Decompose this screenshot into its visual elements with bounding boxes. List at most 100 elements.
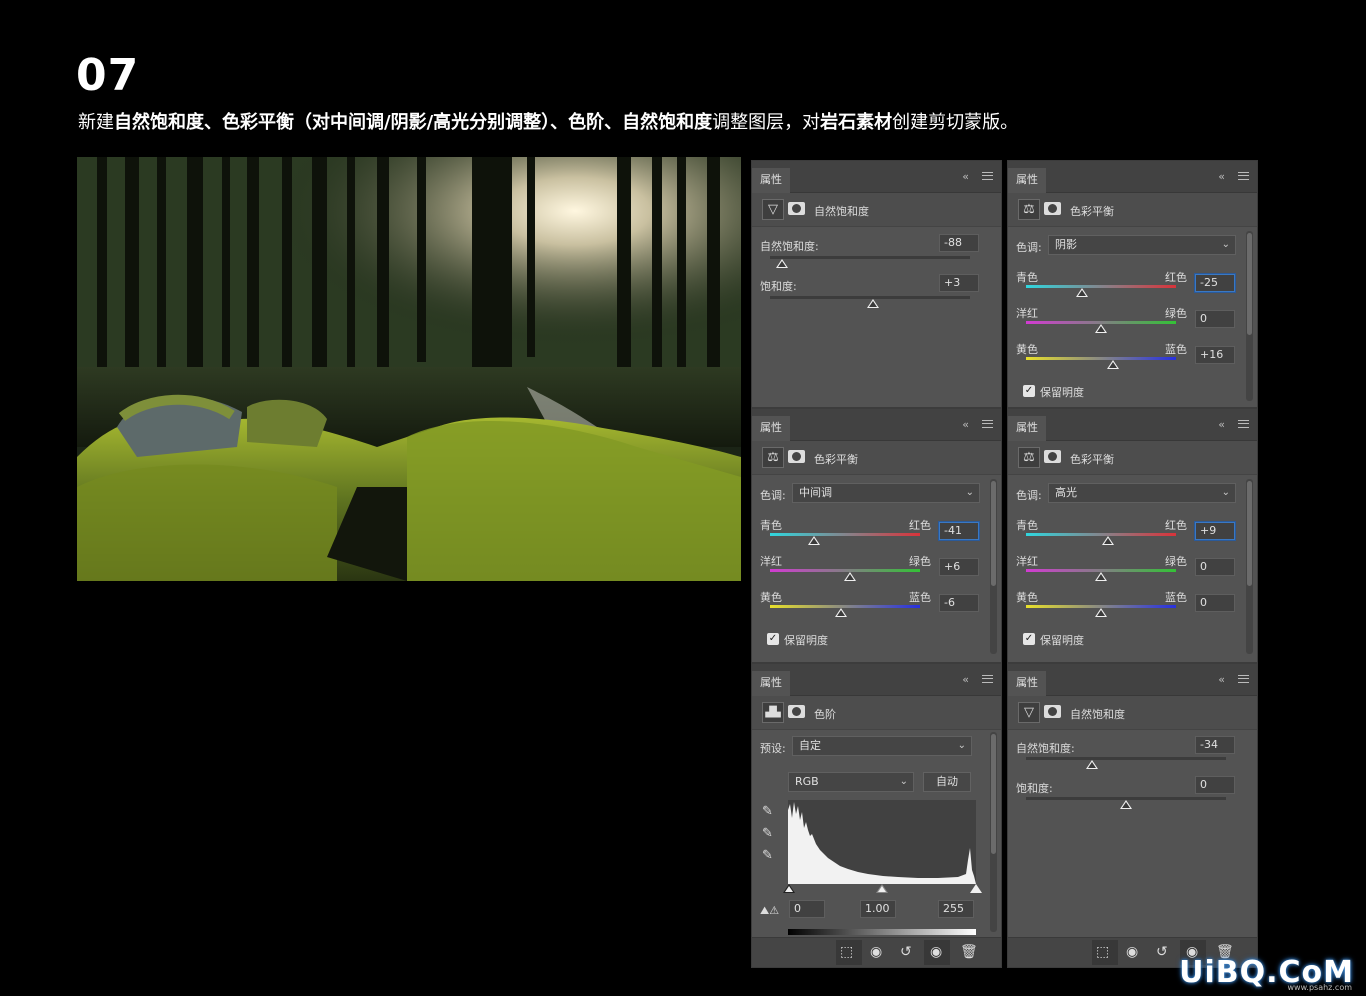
clip-to-layer-icon[interactable]: ⬚ [1096,944,1109,960]
panel-menu-icon[interactable] [1238,675,1249,683]
gray-point-eyedropper-icon[interactable]: ✎ [762,826,773,841]
preserve-luminosity-checkbox[interactable]: ✓ [1023,385,1035,397]
panel-menu-icon[interactable] [982,420,993,428]
layer-mask-icon[interactable] [1044,705,1061,718]
cyan-red-slider-thumb[interactable] [1076,288,1089,297]
tone-select[interactable]: 阴影 ⌄ [1048,235,1236,255]
properties-panel-vibrance-1: 属性 ‹‹ ▽ 自然饱和度 自然饱和度: -88 饱和度: +3 [751,160,1002,408]
output-levels-gradient[interactable] [788,929,976,935]
channel-select[interactable]: RGB ⌄ [788,772,914,792]
panel-header: 属性 ‹‹ [1008,664,1257,696]
magenta-green-slider-thumb[interactable] [1095,324,1107,333]
properties-panel-color-balance-shadows: 属性 ‹‹ ⚖ 色彩平衡 色调: 阴影 ⌄ 青色 红色 -25 洋红 绿色 0 黄… [1007,160,1258,408]
cyan-red-slider-track[interactable] [770,533,920,536]
cyan-red-slider-thumb[interactable] [808,536,821,545]
panel-scrollbar[interactable] [990,479,997,654]
adjustment-title: 自然饱和度 [1070,708,1125,721]
collapse-icon[interactable]: ‹‹ [962,170,969,183]
magenta-green-input[interactable]: +6 [939,558,979,576]
magenta-green-slider-thumb[interactable] [843,572,856,581]
yellow-blue-input[interactable]: +16 [1195,346,1235,364]
reset-icon[interactable]: ↺ [1156,944,1168,960]
tone-select[interactable]: 中间调 ⌄ [792,483,980,503]
cyan-red-slider-track[interactable] [1026,285,1176,288]
panel-bottom-toolbar: ⬚ ◉ ↺ ◉ 🗑 [752,937,1001,967]
tone-select[interactable]: 高光 ⌄ [1048,483,1236,503]
collapse-icon[interactable]: ‹‹ [962,673,969,686]
properties-tab[interactable]: 属性 [752,671,790,696]
properties-tab[interactable]: 属性 [752,168,790,193]
panel-scrollbar[interactable] [1246,479,1253,654]
auto-button[interactable]: 自动 [923,772,971,792]
properties-tab[interactable]: 属性 [1008,416,1046,441]
preserve-luminosity-label: 保留明度 [784,634,828,647]
input-white-field[interactable]: 255 [938,900,974,918]
collapse-icon[interactable]: ‹‹ [962,418,969,431]
black-point-eyedropper-icon[interactable]: ✎ [762,804,773,819]
input-gamma-field[interactable]: 1.00 [860,900,896,918]
properties-tab[interactable]: 属性 [1008,671,1046,696]
panel-menu-icon[interactable] [982,172,993,180]
vibrance-input[interactable]: -34 [1195,736,1235,754]
preserve-luminosity-checkbox[interactable]: ✓ [1023,633,1035,645]
layer-mask-icon[interactable] [788,450,805,463]
input-black-field[interactable]: 0 [789,900,825,918]
reset-icon[interactable]: ↺ [900,944,912,960]
cyan-red-input[interactable]: +9 [1195,522,1235,540]
saturation-input[interactable]: +3 [939,274,979,292]
preset-select[interactable]: 自定 ⌄ [792,736,972,756]
input-gamma-slider-thumb[interactable] [876,884,888,893]
clip-to-layer-icon[interactable]: ⬚ [840,944,853,960]
view-previous-state-icon[interactable]: ◉ [1126,944,1138,960]
white-point-eyedropper-icon[interactable]: ✎ [762,848,773,863]
yellow-blue-input[interactable]: 0 [1195,594,1235,612]
yellow-blue-input[interactable]: -6 [939,594,979,612]
delete-trash-icon[interactable]: 🗑 [960,944,978,960]
magenta-green-input[interactable]: 0 [1195,558,1235,576]
saturation-input[interactable]: 0 [1195,776,1235,794]
collapse-icon[interactable]: ‹‹ [1218,673,1225,686]
panel-header: 属性 ‹‹ [752,664,1001,696]
magenta-green-input[interactable]: 0 [1195,310,1235,328]
properties-tab[interactable]: 属性 [1008,168,1046,193]
panel-menu-icon[interactable] [982,675,993,683]
vibrance-slider-thumb[interactable] [1086,760,1098,769]
input-white-slider-thumb[interactable] [970,884,982,893]
collapse-icon[interactable]: ‹‹ [1218,418,1225,431]
vibrance-input[interactable]: -88 [939,234,979,252]
vibrance-slider-thumb[interactable] [776,259,788,268]
cyan-red-slider-thumb[interactable] [1101,536,1114,545]
vibrance-slider-track[interactable] [1026,757,1226,760]
panel-menu-icon[interactable] [1238,172,1249,180]
input-black-slider-thumb[interactable] [783,884,795,893]
chevron-down-icon: ⌄ [965,487,974,498]
layer-mask-icon[interactable] [1044,202,1061,215]
yellow-blue-slider-thumb[interactable] [1107,360,1119,369]
chevron-down-icon: ⌄ [957,740,966,751]
magenta-green-slider-thumb[interactable] [1095,572,1107,581]
panel-scrollbar[interactable] [990,732,997,932]
yellow-blue-slider-thumb[interactable] [1095,608,1107,617]
adjustment-title: 自然饱和度 [814,205,869,218]
panel-scrollbar[interactable] [1246,231,1253,401]
layer-mask-icon[interactable] [788,705,805,718]
clipping-warning-icon[interactable]: ⛰⚠ [760,904,779,918]
view-previous-state-icon[interactable]: ◉ [870,944,882,960]
saturation-slider-thumb[interactable] [1120,800,1132,809]
collapse-icon[interactable]: ‹‹ [1218,170,1225,183]
cyan-label: 青色 [760,519,782,532]
cyan-red-input[interactable]: -41 [939,522,979,540]
cyan-red-input[interactable]: -25 [1195,274,1235,292]
levels-histogram [788,800,976,884]
adjustment-title-row: ⚖ 色彩平衡 [752,441,1001,475]
properties-tab[interactable]: 属性 [752,416,790,441]
vibrance-slider-track[interactable] [770,256,970,259]
layer-mask-icon[interactable] [788,202,805,215]
visibility-eye-icon[interactable]: ◉ [930,944,942,960]
preserve-luminosity-checkbox[interactable]: ✓ [767,633,779,645]
layer-mask-icon[interactable] [1044,450,1061,463]
yellow-blue-slider-track[interactable] [1026,357,1176,360]
saturation-slider-thumb[interactable] [867,299,879,308]
yellow-blue-slider-thumb[interactable] [834,608,847,617]
panel-menu-icon[interactable] [1238,420,1249,428]
